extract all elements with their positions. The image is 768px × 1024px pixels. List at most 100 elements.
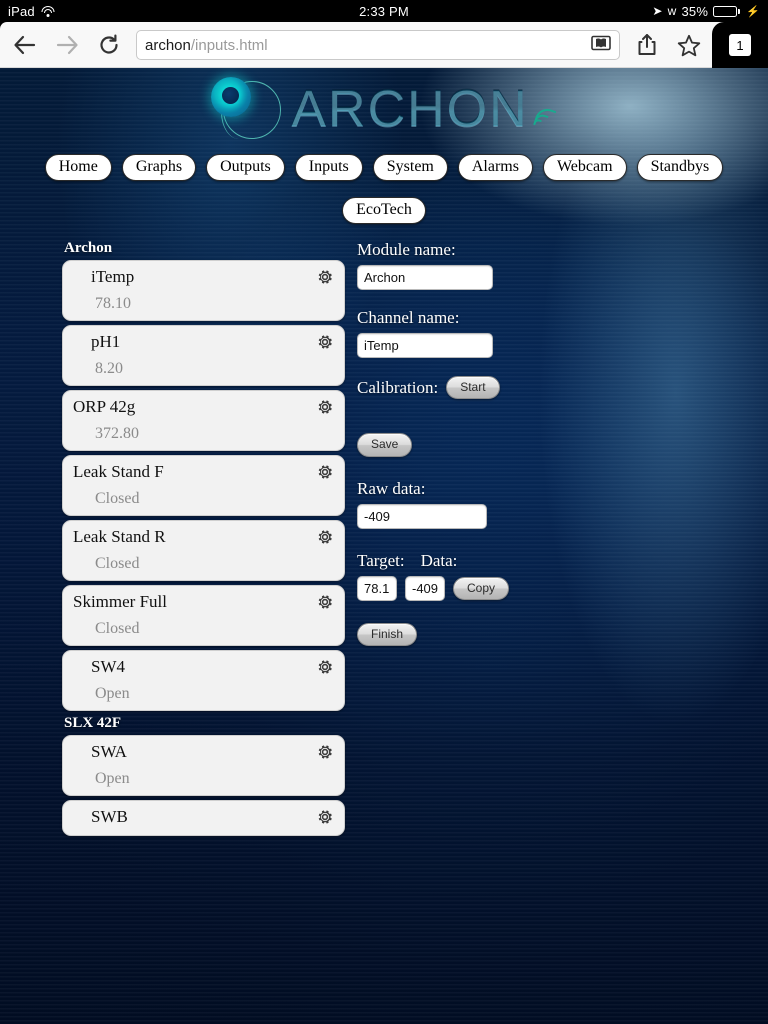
channel-name: SWB <box>91 807 128 826</box>
finish-button[interactable]: Finish <box>357 622 418 647</box>
channel-card-leak-stand-f[interactable]: Leak Stand F Closed <box>62 455 345 516</box>
nav-item-graphs[interactable]: Graphs <box>121 154 197 181</box>
nav-item-inputs[interactable]: Inputs <box>294 154 363 181</box>
copy-button[interactable]: Copy <box>453 576 510 600</box>
calibration-row: Calibration: Start <box>357 376 768 400</box>
url-host: archon <box>145 36 191 54</box>
gear-icon[interactable] <box>316 658 334 676</box>
channel-name: Leak Stand R <box>73 527 166 546</box>
channel-value: Closed <box>95 555 140 573</box>
site-logo: ARCHON <box>0 68 768 150</box>
wifi-waves-icon <box>532 74 559 129</box>
status-bar-left: iPad <box>8 4 55 19</box>
nav-item-ecotech[interactable]: EcoTech <box>342 197 426 224</box>
module-name-input[interactable] <box>357 265 493 290</box>
target-input[interactable] <box>357 575 397 601</box>
channel-card-ph1[interactable]: pH1 8.20 <box>62 325 345 386</box>
forward-arrow-icon <box>56 35 78 55</box>
nav-item-system[interactable]: System <box>372 154 448 181</box>
channel-name: ORP 42g <box>73 397 136 416</box>
group-title-archon: Archon <box>64 240 113 256</box>
gear-icon[interactable] <box>316 333 334 351</box>
channel-value: 8.20 <box>95 360 123 378</box>
channel-value: Closed <box>95 620 140 638</box>
channel-name: pH1 <box>91 332 121 351</box>
data-label: Data: <box>420 550 458 570</box>
logo-wordmark: ARCHON <box>291 80 529 138</box>
target-data-row: Copy <box>357 575 768 601</box>
channel-card-swb[interactable]: SWB <box>62 800 345 836</box>
archon-emblem-icon <box>209 73 287 145</box>
channel-value: 372.80 <box>95 425 139 443</box>
url-bar[interactable]: archon/inputs.html <box>136 30 620 60</box>
channel-card-sw4[interactable]: SW4 Open <box>62 650 345 711</box>
device-name-label: iPad <box>8 3 35 19</box>
gear-icon[interactable] <box>316 463 334 481</box>
channel-card-skimmer-full[interactable]: Skimmer Full Closed <box>62 585 345 646</box>
channel-name: Skimmer Full <box>73 592 167 611</box>
bookmark-star-icon <box>677 34 701 56</box>
share-icon <box>638 34 656 55</box>
channel-name: SWA <box>91 742 127 761</box>
tabs-button[interactable]: 1 <box>712 22 768 68</box>
nav-item-home[interactable]: Home <box>44 154 112 181</box>
channel-value: Closed <box>95 490 140 508</box>
reload-icon <box>100 34 118 54</box>
channel-name-label: Channel name: <box>357 308 460 327</box>
channel-name: iTemp <box>91 267 135 286</box>
status-bar-right: ➤ w 35% ⚡ <box>652 4 760 19</box>
gear-icon[interactable] <box>316 743 334 761</box>
start-calibration-button[interactable]: Start <box>446 376 500 400</box>
channel-value: Open <box>95 770 130 788</box>
gear-icon[interactable] <box>316 398 334 416</box>
bookmark-button[interactable] <box>668 25 710 65</box>
url-text: archon/inputs.html <box>145 37 268 54</box>
web-page: ARCHON Home Graphs Outputs Inputs System… <box>0 68 768 1024</box>
gear-icon[interactable] <box>316 528 334 546</box>
channel-card-orp42g[interactable]: ORP 42g 372.80 <box>62 390 345 451</box>
raw-data-input[interactable] <box>357 503 487 529</box>
channel-value: Open <box>95 685 130 703</box>
nav-item-alarms[interactable]: Alarms <box>457 154 533 181</box>
module-name-label: Module name: <box>357 240 456 259</box>
ios-status-bar: iPad 2:33 PM ➤ w 35% ⚡ <box>0 0 768 22</box>
channel-list: Archon iTemp 78.10 pH1 8.20 ORP 42g 372.… <box>0 240 345 840</box>
channel-value: 78.10 <box>95 295 131 313</box>
group-title-slx42f: SLX 42F <box>64 715 122 731</box>
main-navigation: Home Graphs Outputs Inputs System Alarms… <box>0 154 768 224</box>
battery-icon <box>713 5 741 17</box>
channel-name: SW4 <box>91 657 125 676</box>
gear-icon[interactable] <box>316 808 334 826</box>
channel-card-swa[interactable]: SWA Open <box>62 735 345 796</box>
channel-settings-form: Module name: Channel name: Calibration: … <box>345 240 768 840</box>
share-button[interactable] <box>626 25 668 65</box>
nav-item-webcam[interactable]: Webcam <box>542 154 627 181</box>
charging-bolt-icon: ⚡ <box>746 5 760 18</box>
gear-icon[interactable] <box>316 593 334 611</box>
channel-name-input[interactable] <box>357 333 493 358</box>
gear-icon[interactable] <box>316 268 334 286</box>
target-label: Target: <box>357 550 405 570</box>
channel-card-itemp[interactable]: iTemp 78.10 <box>62 260 345 321</box>
data-input[interactable] <box>405 575 445 601</box>
target-data-labels: Target: Data: <box>357 551 768 571</box>
channel-card-leak-stand-r[interactable]: Leak Stand R Closed <box>62 520 345 581</box>
wifi-icon <box>41 5 55 17</box>
reload-button[interactable] <box>88 25 130 65</box>
back-arrow-icon <box>14 35 36 55</box>
location-arrow-icon: ➤ <box>652 4 663 18</box>
tab-count-badge: 1 <box>729 34 751 56</box>
ipad-screen: iPad 2:33 PM ➤ w 35% ⚡ archon/inputs.htm… <box>0 0 768 1024</box>
forward-button[interactable] <box>46 25 88 65</box>
bluetooth-icon: w <box>667 4 677 18</box>
url-path: /inputs.html <box>190 36 268 54</box>
battery-percent-label: 35% <box>681 3 709 19</box>
channel-name: Leak Stand F <box>73 462 164 481</box>
back-button[interactable] <box>4 25 46 65</box>
nav-item-outputs[interactable]: Outputs <box>206 154 285 181</box>
calibration-label: Calibration: <box>357 377 439 397</box>
nav-item-standbys[interactable]: Standbys <box>636 154 724 181</box>
save-button[interactable]: Save <box>357 433 413 457</box>
browser-toolbar: archon/inputs.html 1 <box>0 22 768 68</box>
reader-view-icon[interactable] <box>591 35 611 56</box>
